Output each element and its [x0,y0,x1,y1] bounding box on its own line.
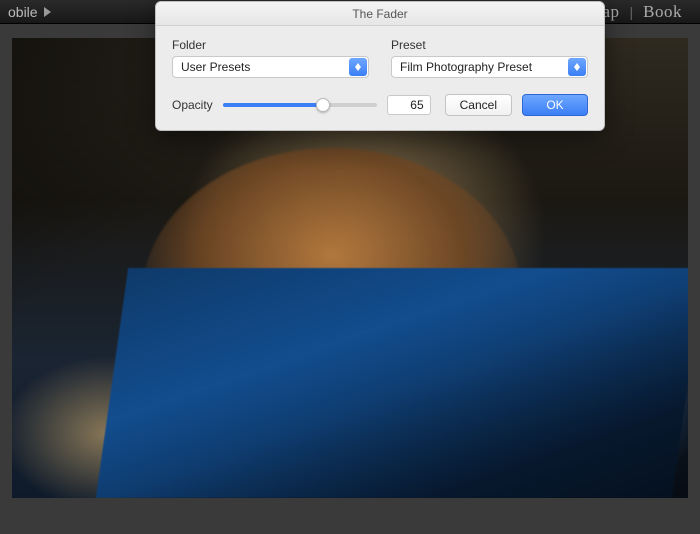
dialog-body: Folder User Presets Preset Film Photogra… [156,26,604,130]
dialog-buttons: Cancel OK [445,94,588,116]
cancel-button[interactable]: Cancel [445,94,512,116]
dialog-row-opacity: Opacity Cancel OK [172,94,588,116]
identity-plate: obile [8,4,51,20]
fader-dialog: The Fader Folder User Presets Preset [155,1,605,131]
preset-label: Preset [391,38,588,52]
preset-select-value: Film Photography Preset [400,60,532,74]
opacity-slider[interactable] [223,96,377,114]
folder-label: Folder [172,38,369,52]
lightroom-window: obile Library | Develop | Map | Book The… [0,0,700,534]
identity-text-fragment: obile [8,4,38,20]
preset-select[interactable]: Film Photography Preset [391,56,588,78]
slider-thumb[interactable] [316,98,330,112]
preset-column: Preset Film Photography Preset [391,38,588,78]
folder-select-value: User Presets [181,60,250,74]
photo-surface-region [96,268,688,498]
select-stepper-icon [568,58,586,76]
opacity-value-input[interactable] [387,95,431,115]
dropdown-triangle-icon[interactable] [44,7,51,17]
ok-button[interactable]: OK [522,94,588,116]
opacity-label: Opacity [172,98,213,112]
slider-fill [223,103,323,107]
dialog-title: The Fader [156,2,604,26]
module-tab-book[interactable]: Book [633,2,692,22]
dialog-row-selects: Folder User Presets Preset Film Photogra… [172,38,588,78]
select-stepper-icon [349,58,367,76]
folder-column: Folder User Presets [172,38,369,78]
folder-select[interactable]: User Presets [172,56,369,78]
